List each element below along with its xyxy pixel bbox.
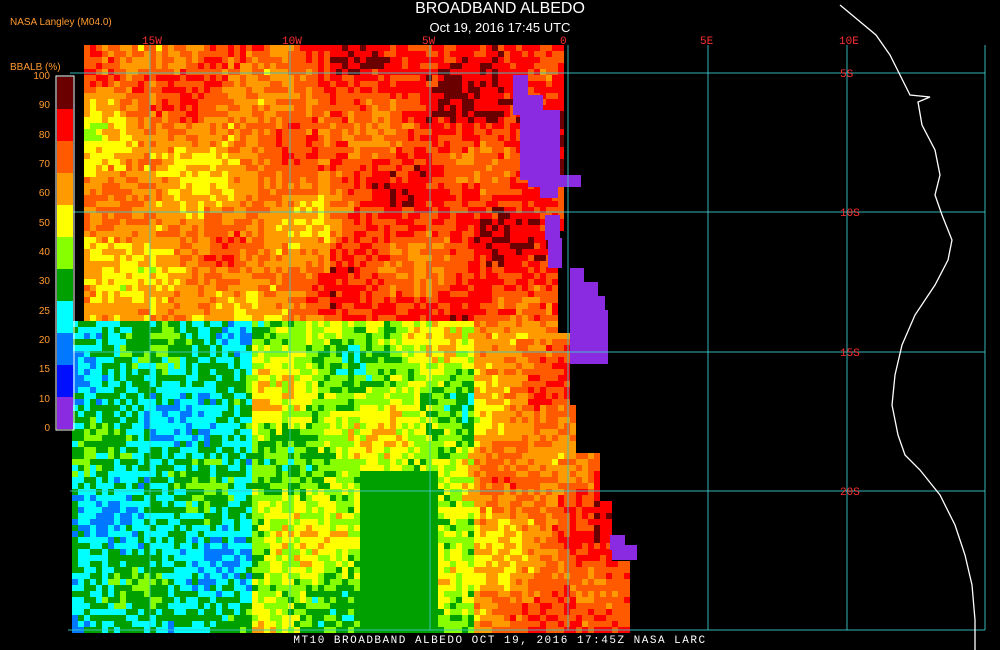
colorbar-tick-label: 50 bbox=[38, 217, 50, 229]
colorbar-tick-label: 100 bbox=[33, 71, 50, 82]
colorbar-tick-label: 80 bbox=[38, 129, 50, 141]
colorbar-swatch bbox=[57, 237, 73, 269]
longitude-label: 15W bbox=[142, 36, 162, 48]
colorbar-swatch bbox=[57, 109, 73, 141]
producer-label: NASA Langley (M04.0) bbox=[10, 17, 112, 28]
colorbar-swatch bbox=[57, 173, 73, 205]
colorbar-swatch bbox=[57, 269, 73, 301]
colorbar-swatch bbox=[57, 333, 73, 365]
page-subtitle: Oct 19, 2016 17:45 UTC bbox=[429, 20, 571, 35]
colorbar bbox=[55, 75, 75, 431]
coastline bbox=[839, 4, 976, 650]
colorbar-swatch bbox=[57, 397, 73, 429]
colorbar-swatch bbox=[57, 301, 73, 333]
latitude-label: 10S bbox=[840, 208, 860, 220]
colorbar-swatch bbox=[57, 141, 73, 173]
colorbar-swatch bbox=[57, 205, 73, 237]
latitude-label: 15S bbox=[840, 348, 860, 360]
colorbar-tick-label: 90 bbox=[38, 100, 50, 112]
colorbar-tick-label: 40 bbox=[38, 247, 50, 258]
page-title: BROADBAND ALBEDO bbox=[415, 0, 585, 17]
footer-caption: MT10 BROADBAND ALBEDO OCT 19, 2016 17:45… bbox=[293, 635, 707, 647]
colorbar-swatch bbox=[57, 77, 73, 109]
longitude-label: 5W bbox=[422, 36, 436, 48]
longitude-label: 0 bbox=[560, 36, 567, 48]
longitude-label: 5E bbox=[700, 36, 714, 48]
colorbar-tick-label: 30 bbox=[38, 276, 50, 288]
colorbar-swatch bbox=[57, 365, 73, 397]
colorbar-tick-label: 15 bbox=[38, 364, 50, 376]
colorbar-tick-label: 20 bbox=[38, 335, 50, 346]
latitude-label: 5S bbox=[840, 69, 854, 81]
colorbar-tick-label: 10 bbox=[38, 393, 50, 405]
colorbar-tick-label: 0 bbox=[44, 423, 50, 434]
colorbar-tick-label: 70 bbox=[38, 159, 50, 170]
latitude-label: 20S bbox=[840, 487, 860, 499]
longitude-label: 10W bbox=[282, 36, 302, 48]
colorbar-tick-label: 60 bbox=[38, 188, 50, 200]
albedo-map-view: { "title": "BROADBAND ALBEDO", "subtitle… bbox=[0, 0, 1000, 650]
albedo-map: 15W 10W 5W 0 5E 10E 5S 10S 15S 20S bbox=[55, 4, 986, 650]
longitude-label: 10E bbox=[839, 36, 859, 48]
colorbar-tick-label: 25 bbox=[38, 305, 50, 317]
